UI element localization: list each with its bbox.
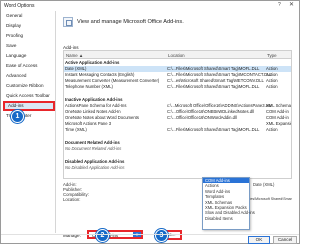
dialog-footer: OK Cancel [1,234,299,244]
sidebar-item-proofing[interactable]: Proofing [3,31,55,41]
cell-name: Measurement Converter (Measurement Conve… [65,78,160,83]
cell-type: COM Add-in [266,109,289,114]
help-icon[interactable]: ? [278,2,281,8]
cancel-button[interactable]: Cancel [273,236,297,244]
cell-name: Microsoft Actions Pane 3 [65,121,112,126]
sidebar-item-ease-of-access[interactable]: Ease of Access [3,61,55,71]
dropdown-option-disabled-items[interactable]: Disabled Items [203,216,249,221]
cell-type: Action [266,66,278,71]
cell-type: Action [266,72,278,77]
addins-table: Active Application Add-ins Date (XML) C:… [63,59,292,179]
cell-location: c:\...Microsoft Office\Office16\ADDINS\A… [167,103,271,108]
column-header-type[interactable]: Type [267,53,277,58]
detail-label-location: Location: [63,197,81,202]
ok-button[interactable]: OK [248,236,270,244]
cell-name: Time (XML) [65,127,87,132]
cell-name: Date (XML) [65,66,87,71]
sidebar-item-general[interactable]: General [3,11,55,21]
panel-header: View and manage Microsoft Office Add-ins… [63,16,293,30]
cell-name: OneNote Linked Notes Add-In [65,109,121,114]
cell-location: C:\...Files\Microsoft Shared\Smart Tag\M… [167,127,260,132]
cell-location: C:\...Files\Microsoft Shared\Smart Tag\M… [167,66,260,71]
cell-location: C:\...Files\Microsoft Shared\Smart Tag\I… [167,72,271,77]
cell-type: XML Schema [266,103,291,108]
panel-heading: View and manage Microsoft Office Add-ins… [77,19,184,25]
options-sidebar: General Display Proofing Save Language E… [3,11,56,233]
sidebar-item-add-ins[interactable]: Add-ins [3,101,55,111]
cell-location: C:\...Files\Microsoft Shared\Smart Tag\M… [167,84,260,89]
cell-location: C:\...es\Microsoft Shared\Smart Tag\METC… [167,78,264,83]
cell-type: Action [266,78,278,83]
sidebar-item-display[interactable]: Display [3,21,55,31]
cell-name: Instant Messaging Contacts (English) [65,72,135,77]
cell-location: C:\...Office\Office16\ONBttnWDLinkedNote… [167,109,254,114]
cell-type: Action [266,127,278,132]
cell-location: C:\...Office\Office16\ONWordAddin.dll [167,115,237,120]
document-addins-empty: No Document Related Add-ins [65,146,122,151]
table-row[interactable]: Time (XML) C:\...Files\Microsoft Shared\… [64,127,291,133]
window-title: Word Options [4,3,35,9]
dropdown-option-slow-disabled[interactable]: Slow and Disabled Add-ins [203,210,255,215]
table-row[interactable]: Telephone Number (XML) C:\...Files\Micro… [64,84,291,90]
addins-icon [63,17,73,27]
close-icon[interactable]: ✕ [289,1,294,8]
group-heading-disabled: Disabled Application Add-ins [65,159,125,164]
detail-value-addin: Date (XML) [253,182,275,187]
cell-type: COM Add-in [266,115,289,120]
title-bar: Word Options ? ✕ [1,1,299,10]
group-heading-inactive: Inactive Application Add-ins [65,97,123,102]
group-heading-document: Document Related Add-ins [65,140,120,145]
sidebar-item-save[interactable]: Save [3,41,55,51]
column-header-name[interactable]: Name ▲ [66,53,83,58]
word-options-window: Word Options ? ✕ General Display Proofin… [0,0,300,244]
sidebar-item-advanced[interactable]: Advanced [3,71,55,81]
group-heading-active: Active Application Add-ins [65,60,120,65]
sidebar-item-customize-ribbon[interactable]: Customize Ribbon [3,81,55,91]
column-header-location[interactable]: Location [168,53,185,58]
sidebar-item-language[interactable]: Language [3,51,55,61]
disabled-addins-empty: No Disabled Application Add-ins [65,165,125,170]
step-badge-1: 1 [11,110,24,123]
addins-panel: View and manage Microsoft Office Add-ins… [59,11,297,240]
addin-details: Add-in: Publisher: Compatibility: Locati… [63,181,292,203]
sidebar-item-quick-access-toolbar[interactable]: Quick Access Toolbar [3,91,55,101]
addins-table-header: Name ▲ Location Type [63,50,292,59]
cell-name: OneNote Notes about Word Documents [65,115,139,120]
cell-name: Telephone Number (XML) [65,84,113,89]
cell-type: Action [266,84,278,89]
cell-name: ActionsPane Schema for Add-Ins [65,103,127,108]
manage-dropdown-list: COM Add-ins Actions Word Add-ins Templat… [202,177,255,230]
cell-type: XML Expansion Pack [266,121,291,126]
